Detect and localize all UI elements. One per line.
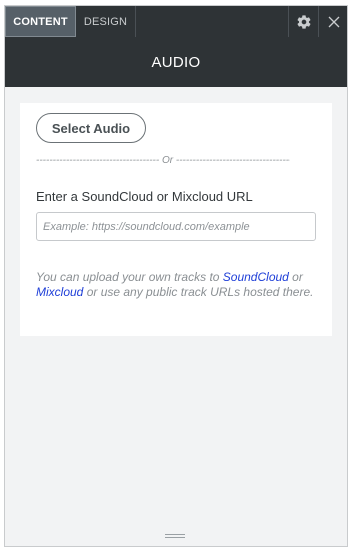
or-divider: ------------------------------------- Or… bbox=[36, 155, 290, 166]
hint-text-1: You can upload your own tracks to bbox=[36, 270, 223, 284]
settings-button[interactable] bbox=[288, 6, 318, 37]
close-icon bbox=[328, 16, 340, 28]
panel-toolbar: CONTENT DESIGN bbox=[5, 6, 347, 38]
panel-title: AUDIO bbox=[151, 53, 201, 71]
panel-header: AUDIO bbox=[5, 37, 347, 87]
tab-design[interactable]: DESIGN bbox=[76, 6, 136, 37]
hint-text-2: or bbox=[288, 270, 303, 284]
close-button[interactable] bbox=[318, 6, 347, 37]
audio-source-card: Select Audio ---------------------------… bbox=[20, 103, 332, 336]
drag-handle-icon[interactable] bbox=[165, 533, 185, 541]
upload-hint: You can upload your own tracks to SoundC… bbox=[36, 270, 320, 300]
tab-content-label: CONTENT bbox=[13, 15, 68, 28]
url-field-label: Enter a SoundCloud or Mixcloud URL bbox=[36, 189, 253, 204]
hint-text-3: or use any public track URLs hosted ther… bbox=[83, 285, 314, 299]
gear-icon bbox=[296, 14, 312, 30]
select-audio-label: Select Audio bbox=[51, 120, 131, 136]
url-input[interactable] bbox=[36, 212, 316, 241]
tab-design-label: DESIGN bbox=[83, 15, 128, 28]
mixcloud-link[interactable]: Mixcloud bbox=[36, 285, 83, 299]
select-audio-button[interactable]: Select Audio bbox=[36, 113, 146, 143]
audio-settings-panel: CONTENT DESIGN AUDIO Select Audio ------… bbox=[4, 5, 348, 547]
tab-content[interactable]: CONTENT bbox=[5, 6, 76, 37]
soundcloud-link[interactable]: SoundCloud bbox=[223, 270, 289, 284]
